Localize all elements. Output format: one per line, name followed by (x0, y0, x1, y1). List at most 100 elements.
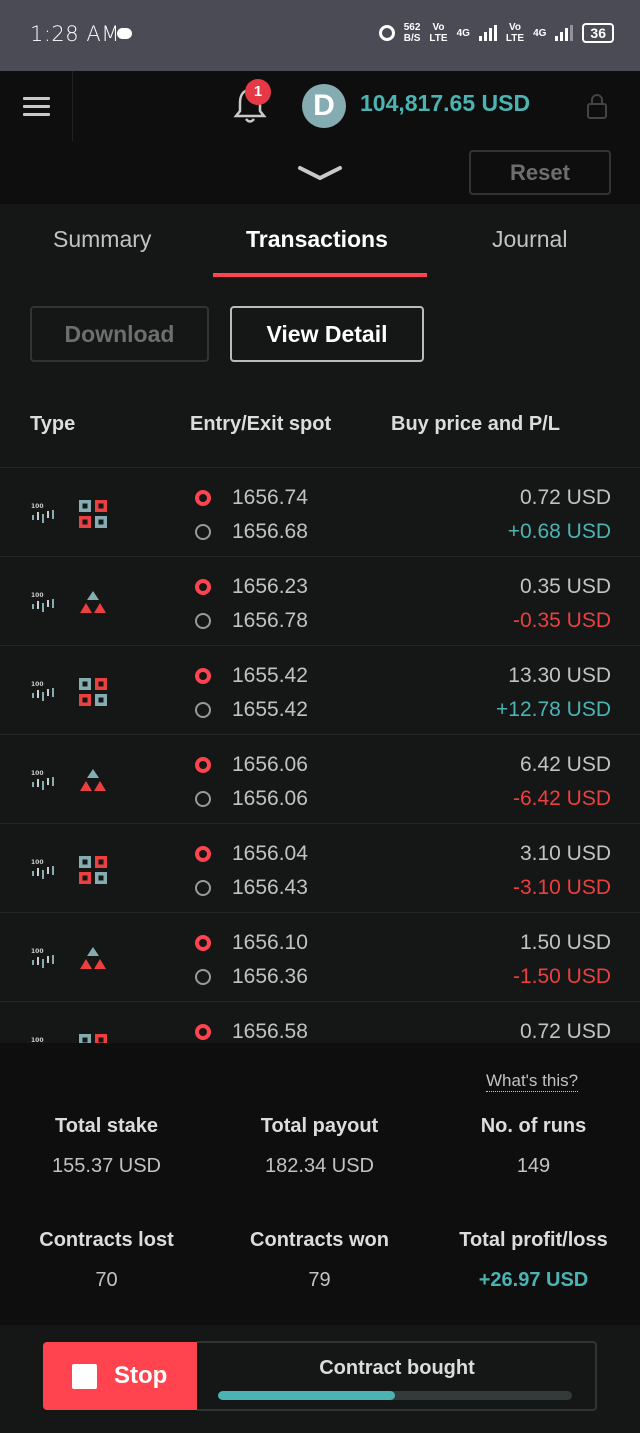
exit-spot: 1655.42 (232, 698, 308, 721)
view-detail-button[interactable]: View Detail (230, 306, 424, 362)
status-indicators: 562 B/S Vo LTE 4G Vo LTE 4G 36 (378, 22, 614, 44)
net-speed-unit: B/S (403, 33, 421, 44)
network-type-2: 4G (533, 28, 546, 39)
stop-button[interactable]: Stop (43, 1342, 197, 1410)
transactions-list: 100 1656.74 1656.68 0.72 USD +0.68 USD 100 165… (0, 467, 640, 1043)
entry-spot: 1656.23 (232, 575, 308, 598)
volte-indicator-1: Vo LTE (429, 22, 447, 44)
squares-icon (78, 677, 108, 707)
exit-spot: 1656.43 (232, 876, 308, 899)
exit-spot-icon (195, 969, 211, 985)
reset-button[interactable]: Reset (469, 150, 611, 195)
squares-icon (78, 499, 108, 529)
tick-chart-icon: 100 (30, 857, 60, 888)
buy-price: 13.30 USD (508, 664, 611, 687)
exit-spot-icon (195, 791, 211, 807)
stop-icon (72, 1364, 97, 1389)
volte-top: Vo (432, 22, 445, 33)
whats-this-link[interactable]: What's this? (486, 1071, 579, 1092)
alarm-icon (378, 25, 395, 41)
entry-spot-icon (195, 668, 211, 684)
lock-icon[interactable] (585, 92, 609, 120)
column-header-type: Type (30, 413, 76, 435)
total-profit-label: Total profit/loss (459, 1229, 608, 1251)
contracts-won-label: Contracts won (250, 1229, 389, 1251)
volte-indicator-2: Vo LTE (506, 22, 524, 44)
profit-loss: -3.10 USD (512, 876, 611, 899)
entry-spot-icon (195, 579, 211, 595)
svg-text:100: 100 (31, 592, 44, 599)
entry-spot-icon (195, 846, 211, 862)
currency-icon[interactable]: D (302, 84, 346, 128)
status-bar: 1:28 AM 562 B/S Vo LTE 4G Vo LTE 4G 36 (0, 0, 640, 71)
triangles-icon (78, 944, 108, 974)
transaction-row[interactable]: 100 1656.06 1656.06 6.42 USD -6.42 USD (0, 734, 640, 824)
transaction-row[interactable]: 100 1656.10 1656.36 1.50 USD -1.50 USD (0, 912, 640, 1002)
transaction-row[interactable]: 100 1656.58 0.72 USD (0, 1001, 640, 1043)
exit-spot: 1656.36 (232, 965, 308, 988)
tab-summary[interactable]: Summary (53, 226, 151, 253)
entry-spot: 1656.74 (232, 486, 308, 509)
tab-bar: Summary Transactions Journal (0, 204, 640, 280)
buy-price: 1.50 USD (519, 931, 611, 954)
download-button[interactable]: Download (30, 306, 209, 362)
exit-spot-icon (195, 880, 211, 896)
account-balance[interactable]: 104,817.65 USD (360, 90, 530, 117)
total-payout-label: Total payout (260, 1115, 379, 1137)
tick-chart-icon: 100 (30, 501, 60, 532)
active-tab-indicator (213, 273, 427, 277)
contract-progress-bar (218, 1391, 572, 1400)
volte-bottom: LTE (505, 33, 525, 44)
signal-icon (555, 25, 574, 41)
squares-icon (78, 1033, 108, 1043)
contracts-won-value: 79 (308, 1269, 331, 1291)
transaction-row[interactable]: 100 1655.42 1655.42 13.30 USD +12.78 USD (0, 645, 640, 735)
volte-top: Vo (508, 22, 522, 33)
tab-transactions[interactable]: Transactions (246, 226, 388, 253)
svg-text:100: 100 (31, 859, 44, 866)
exit-spot: 1656.68 (232, 520, 308, 543)
buy-price: 6.42 USD (519, 753, 611, 776)
column-header-spot: Entry/Exit spot (190, 413, 332, 435)
svg-text:100: 100 (31, 681, 44, 688)
exit-spot-icon (195, 524, 211, 540)
contract-status: Contract bought (197, 1341, 597, 1411)
exit-spot-icon (195, 702, 211, 718)
tick-chart-icon: 100 (30, 1035, 60, 1043)
transaction-row[interactable]: 100 1656.23 1656.78 0.35 USD -0.35 USD (0, 556, 640, 646)
profit-loss: -1.50 USD (512, 965, 611, 988)
transaction-row[interactable]: 100 1656.74 1656.68 0.72 USD +0.68 USD (0, 467, 640, 557)
network-type-1: 4G (457, 28, 470, 39)
buy-price: 0.35 USD (519, 575, 611, 598)
profit-loss: -0.35 USD (512, 609, 611, 632)
chevron-down-icon[interactable] (297, 160, 343, 184)
chat-bubble-icon (117, 28, 132, 39)
profit-loss: -6.42 USD (512, 787, 611, 810)
hamburger-menu-icon[interactable] (0, 71, 73, 141)
tab-journal[interactable]: Journal (492, 226, 567, 253)
buy-price: 0.72 USD (519, 486, 611, 509)
buy-price: 0.72 USD (519, 1020, 611, 1043)
tick-chart-icon: 100 (30, 768, 60, 799)
entry-spot: 1656.04 (232, 842, 308, 865)
total-profit-value: +26.97 USD (478, 1269, 589, 1291)
transaction-row[interactable]: 100 1656.04 1656.43 3.10 USD -3.10 USD (0, 823, 640, 913)
net-speed: 562 B/S (404, 22, 421, 44)
tick-chart-icon: 100 (30, 590, 60, 621)
battery-icon: 36 (582, 23, 614, 43)
total-stake-label: Total stake (55, 1115, 158, 1137)
entry-spot: 1656.10 (232, 931, 308, 954)
entry-spot: 1655.42 (232, 664, 308, 687)
entry-spot-icon (195, 757, 211, 773)
runs-value: 149 (516, 1155, 551, 1177)
exit-spot-icon (195, 613, 211, 629)
exit-spot: 1656.06 (232, 787, 308, 810)
entry-spot-icon (195, 935, 211, 951)
contracts-lost-label: Contracts lost (39, 1229, 174, 1251)
profit-loss: +12.78 USD (496, 698, 611, 721)
entry-spot-icon (195, 490, 211, 506)
stop-label: Stop (114, 1362, 168, 1389)
entry-spot: 1656.58 (232, 1020, 308, 1043)
network-type-label: 4G (533, 27, 547, 39)
svg-text:100: 100 (31, 770, 44, 777)
